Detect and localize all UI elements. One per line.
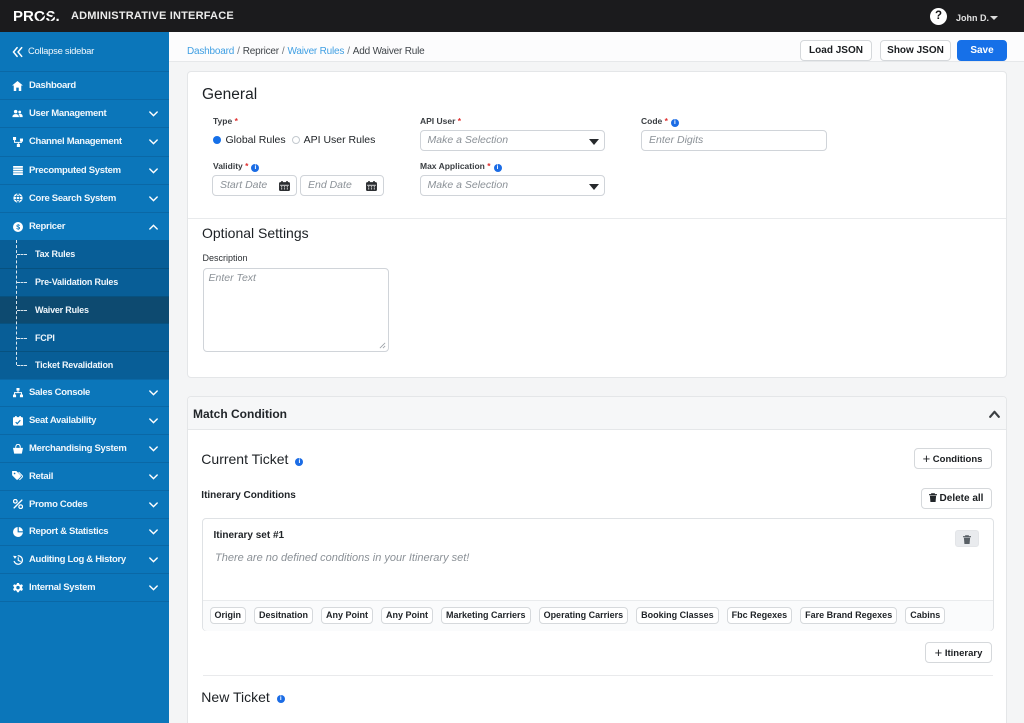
svg-text:$: $	[16, 224, 20, 231]
